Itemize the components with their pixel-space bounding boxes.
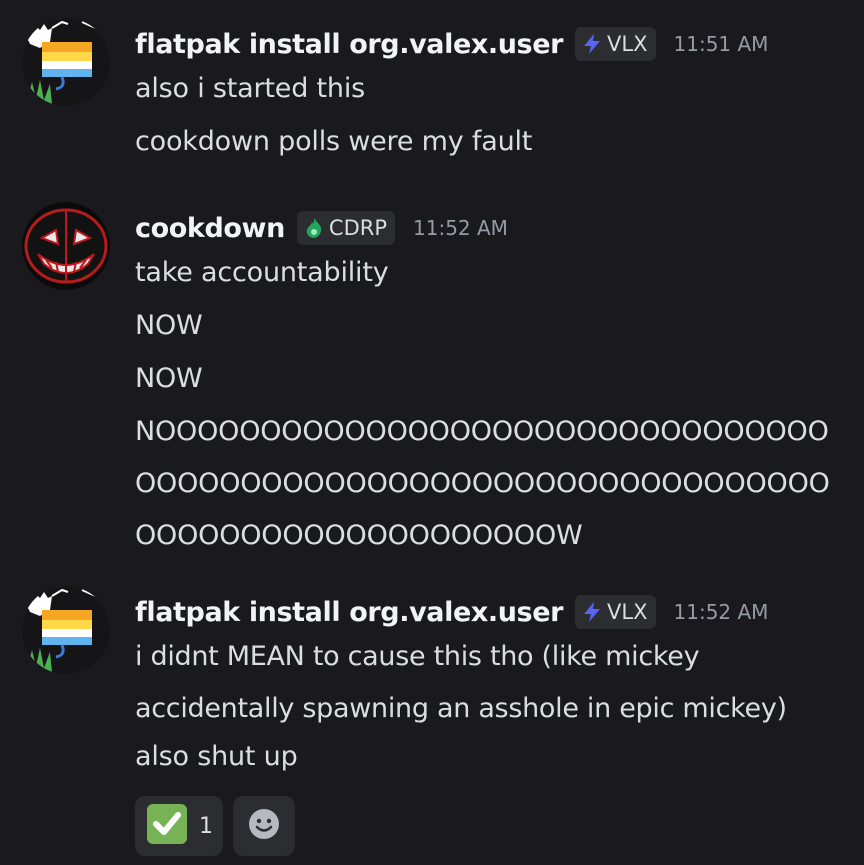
clan-tag[interactable]: CDRP — [296, 211, 395, 245]
green-flame-icon — [303, 217, 325, 239]
reaction-check-mark[interactable]: 1 — [135, 796, 223, 856]
message-text: also shut up — [135, 741, 298, 772]
flatpak-avatar[interactable] — [22, 586, 110, 674]
timestamp[interactable]: 11:52 AM — [413, 216, 508, 240]
message-text: NOW — [135, 363, 203, 394]
message-text: NOOOOOOOOOOOOOOOOOOOOOOOOOOOOOOOOOOOOOOO… — [135, 416, 830, 551]
flatpak-avatar[interactable] — [22, 18, 110, 106]
username[interactable]: cookdown — [135, 213, 285, 244]
username[interactable]: flatpak install org.valex.user — [135, 597, 563, 628]
tag-label: VLX — [607, 32, 648, 56]
lightning-bolt-icon — [581, 33, 603, 55]
message-text: i didnt MEAN to cause this tho (like mic… — [135, 641, 787, 724]
cookdown-avatar[interactable] — [22, 202, 110, 290]
message-text: also i started this — [135, 73, 365, 104]
lightning-bolt-icon — [581, 601, 603, 623]
tag-label: CDRP — [328, 216, 387, 240]
message-text: take accountability — [135, 257, 389, 288]
reactions-bar: 1 — [135, 796, 305, 856]
add-reaction-smiley-icon — [247, 807, 281, 845]
timestamp[interactable]: 11:51 AM — [674, 32, 769, 56]
tag-label: VLX — [607, 600, 648, 624]
chat-message-list: flatpak install org.valex.user VLX 11:51… — [0, 0, 864, 865]
message-header: flatpak install org.valex.user VLX 11:51… — [135, 24, 768, 64]
white-check-mark-icon — [145, 802, 189, 850]
reaction-count: 1 — [199, 813, 213, 839]
message-header: cookdown CDRP 11:52 AM — [135, 208, 508, 248]
clan-tag[interactable]: VLX — [575, 595, 656, 629]
timestamp[interactable]: 11:52 AM — [674, 600, 769, 624]
message-text: cookdown polls were my fault — [135, 126, 533, 157]
username[interactable]: flatpak install org.valex.user — [135, 29, 563, 60]
add-reaction-button[interactable] — [233, 796, 295, 856]
message-header: flatpak install org.valex.user VLX 11:52… — [135, 592, 768, 632]
clan-tag[interactable]: VLX — [575, 27, 656, 61]
message-text: NOW — [135, 310, 203, 341]
